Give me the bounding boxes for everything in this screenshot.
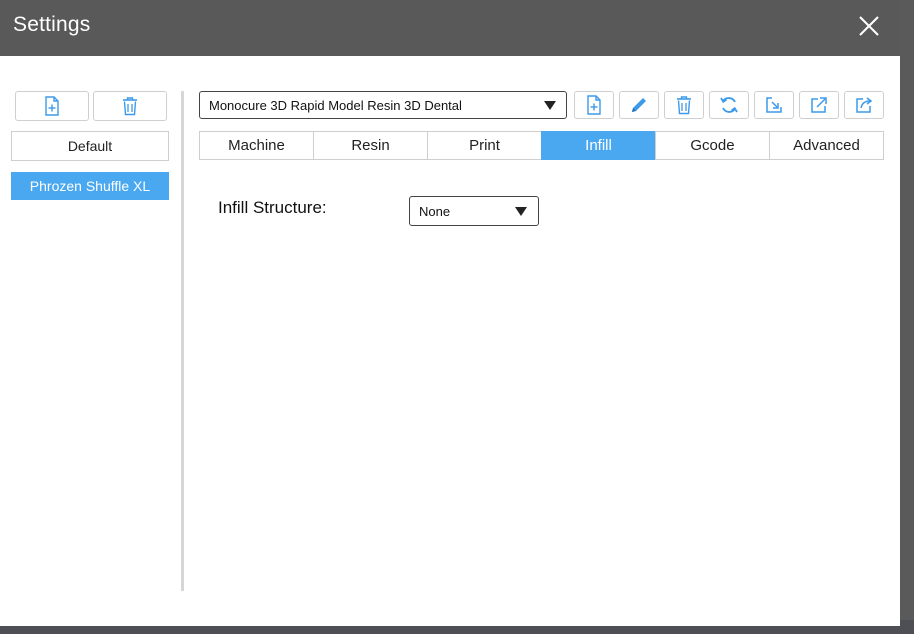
delete-profile-button[interactable] — [93, 91, 167, 121]
pencil-icon — [632, 98, 646, 112]
infill-structure-value: None — [419, 204, 451, 219]
tab-advanced[interactable]: Advanced — [769, 131, 884, 160]
export-icon — [811, 97, 827, 113]
export-resin-button[interactable] — [799, 91, 839, 119]
share-resin-button[interactable] — [844, 91, 884, 119]
new-resin-button[interactable] — [574, 91, 614, 119]
chevron-down-icon — [544, 101, 556, 110]
resin-profile-value: Monocure 3D Rapid Model Resin 3D Dental — [209, 98, 462, 113]
close-button[interactable] — [855, 12, 883, 40]
share-icon — [856, 97, 873, 113]
new-file-icon — [45, 96, 59, 116]
import-icon — [766, 97, 782, 113]
new-file-icon — [587, 95, 601, 115]
delete-resin-button[interactable] — [664, 91, 704, 119]
panel-divider — [181, 91, 184, 591]
tab-resin[interactable]: Resin — [313, 131, 428, 160]
infill-structure-select[interactable]: None — [409, 196, 539, 226]
tab-print[interactable]: Print — [427, 131, 542, 160]
profile-panel: Default Phrozen Shuffle XL — [0, 56, 180, 626]
profile-item-phrozen-shuffle-xl[interactable]: Phrozen Shuffle XL — [11, 172, 169, 200]
settings-dialog: Default Phrozen Shuffle XL Monocure 3D R… — [0, 56, 900, 626]
resin-profile-select[interactable]: Monocure 3D Rapid Model Resin 3D Dental — [199, 91, 567, 119]
backdrop-edge — [900, 0, 914, 634]
tab-gcode[interactable]: Gcode — [655, 131, 770, 160]
chevron-down-icon — [515, 207, 527, 216]
add-profile-button[interactable] — [15, 91, 89, 121]
refresh-icon — [720, 97, 738, 113]
refresh-resin-button[interactable] — [709, 91, 749, 119]
trash-icon — [123, 97, 137, 116]
infill-structure-label: Infill Structure: — [218, 198, 327, 217]
tab-infill[interactable]: Infill — [541, 131, 656, 160]
close-icon — [859, 16, 879, 36]
dialog-title: Settings — [13, 13, 91, 36]
profile-item-default[interactable]: Default — [11, 131, 169, 161]
dialog-titlebar: Settings — [0, 0, 900, 56]
tab-machine[interactable]: Machine — [199, 131, 314, 160]
import-resin-button[interactable] — [754, 91, 794, 119]
settings-tabs: Machine Resin Print Infill Gcode Advance… — [199, 131, 884, 160]
trash-icon — [677, 96, 691, 115]
edit-resin-button[interactable] — [619, 91, 659, 119]
